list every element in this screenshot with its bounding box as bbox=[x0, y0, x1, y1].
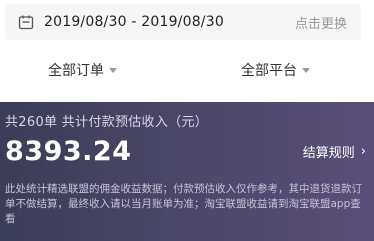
date-range-text: 2019/08/30 - 2019/08/30 bbox=[44, 14, 224, 30]
platform-label: 全部平台 bbox=[241, 63, 297, 79]
settlement-rules-label: 结算规则 bbox=[302, 146, 355, 161]
calendar-icon bbox=[18, 14, 34, 30]
settlement-rules-link[interactable]: 结算规则 › bbox=[303, 142, 366, 161]
caret-down-icon bbox=[302, 68, 310, 73]
earnings-summary-panel: 共260单 共计付款预估收入（元） 8393.24 结算规则 › 此处统计精选联… bbox=[0, 102, 374, 241]
chevron-right-icon: › bbox=[360, 144, 366, 159]
earnings-disclaimer: 此处统计精选联盟的佣金收益数据；付款预估收入仅作参考，其中退货退款订单不做结算，… bbox=[5, 183, 362, 225]
order-type-dropdown[interactable]: 全部订单 bbox=[48, 48, 117, 92]
change-date-link[interactable]: 点击更换 bbox=[295, 13, 347, 32]
filter-bar: 全部订单 全部平台 bbox=[0, 48, 374, 92]
date-range-picker[interactable]: 2019/08/30 - 2019/08/30 点击更换 bbox=[5, 4, 361, 40]
platform-dropdown[interactable]: 全部平台 bbox=[241, 48, 310, 92]
caret-down-icon bbox=[109, 68, 117, 73]
order-count-text: 共260单 共计付款预估收入（元） bbox=[5, 115, 209, 130]
order-type-label: 全部订单 bbox=[48, 63, 104, 79]
estimated-income-amount: 8393.24 bbox=[5, 136, 132, 167]
